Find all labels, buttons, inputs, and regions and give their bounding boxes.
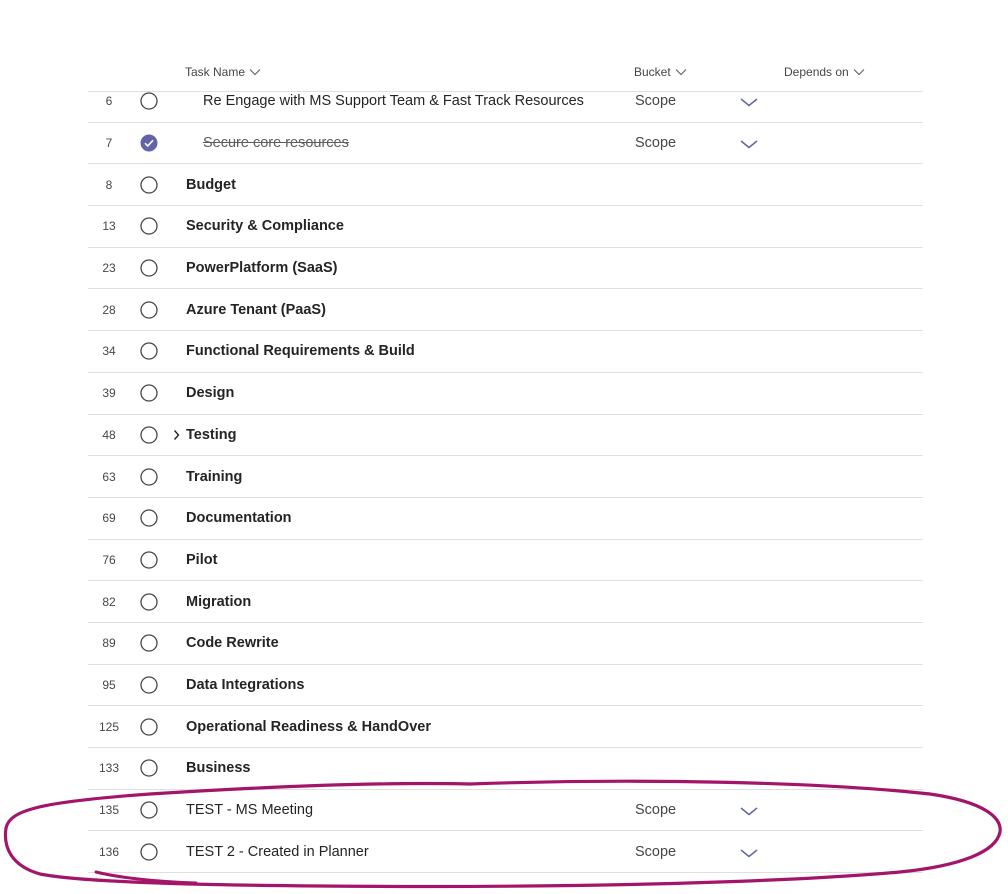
table-row[interactable]: 34 Functional Requirements & Build <box>88 331 923 373</box>
chevron-right-icon[interactable] <box>172 427 182 443</box>
row-number: 125 <box>98 719 120 734</box>
task-complete-checkbox[interactable] <box>140 426 158 444</box>
task-list: 6 Re Engage with MS Support Team & Fast … <box>88 81 923 874</box>
table-row[interactable]: 39 Design <box>88 373 923 415</box>
table-row[interactable]: 23 PowerPlatform (SaaS) <box>88 248 923 290</box>
table-row[interactable]: 133 Business <box>88 748 923 790</box>
table-row[interactable]: 125 Operational Readiness & HandOver <box>88 706 923 748</box>
task-name[interactable]: TEST 2 - Created in Planner <box>186 831 369 872</box>
row-number: 13 <box>102 219 116 234</box>
table-row[interactable]: 8 Budget <box>88 164 923 207</box>
chevron-down-icon <box>249 68 261 76</box>
table-row[interactable]: 48 Testing <box>88 415 923 457</box>
summary-task-name[interactable]: Azure Tenant (PaaS) <box>186 289 326 330</box>
row-number: 135 <box>98 803 120 818</box>
task-complete-checkbox[interactable] <box>140 801 158 819</box>
task-complete-checkbox[interactable] <box>140 384 158 402</box>
task-complete-checkbox[interactable] <box>140 342 158 361</box>
row-number: 136 <box>98 844 120 859</box>
chevron-down-icon <box>675 68 687 76</box>
table-row[interactable]: 63 Training <box>88 456 923 498</box>
row-number: 82 <box>102 594 116 609</box>
summary-task-name[interactable]: Functional Requirements & Build <box>186 331 415 372</box>
summary-task-name[interactable]: PowerPlatform (SaaS) <box>186 248 338 289</box>
summary-task-name[interactable]: Code Rewrite <box>186 623 279 664</box>
bucket-value: Scope <box>635 802 677 819</box>
bucket-value: Scope <box>635 93 677 110</box>
chevron-down-icon[interactable] <box>739 846 759 858</box>
row-number: 95 <box>102 677 116 692</box>
task-complete-checkbox[interactable] <box>140 843 158 861</box>
summary-task-name[interactable]: Operational Readiness & HandOver <box>186 706 431 747</box>
task-complete-checkbox[interactable] <box>140 134 158 152</box>
chevron-down-icon <box>853 68 865 76</box>
table-row[interactable]: 28 Azure Tenant (PaaS) <box>88 289 923 332</box>
task-complete-checkbox[interactable] <box>140 551 158 569</box>
column-header-depends-on[interactable]: Depends on <box>784 65 865 79</box>
task-name[interactable]: Re Engage with MS Support Team & Fast Tr… <box>203 81 584 122</box>
row-number: 39 <box>102 386 116 401</box>
row-number: 7 <box>105 136 113 151</box>
task-grid-page: Task Name Bucket Depends on 6 Re Engage … <box>0 0 1008 894</box>
row-number: 34 <box>102 344 116 359</box>
bucket-value: Scope <box>635 135 677 152</box>
column-header-label: Task Name <box>185 65 246 79</box>
row-number: 8 <box>105 177 113 192</box>
chevron-down-icon[interactable] <box>739 804 759 816</box>
row-number: 133 <box>98 761 120 776</box>
summary-task-name[interactable]: Testing <box>186 415 236 456</box>
task-complete-checkbox[interactable] <box>140 759 158 777</box>
row-number: 48 <box>102 427 116 442</box>
task-name[interactable]: TEST - MS Meeting <box>186 790 313 831</box>
task-complete-checkbox[interactable] <box>140 217 158 236</box>
summary-task-name[interactable]: Training <box>186 456 242 497</box>
task-complete-checkbox[interactable] <box>140 467 158 486</box>
row-number: 89 <box>102 636 116 651</box>
summary-task-name[interactable]: Security & Compliance <box>186 206 344 247</box>
column-header-bucket[interactable]: Bucket <box>634 65 687 79</box>
row-number: 69 <box>102 511 116 526</box>
table-row[interactable]: 95 Data Integrations <box>88 665 923 707</box>
task-complete-checkbox[interactable] <box>140 676 158 694</box>
task-complete-checkbox[interactable] <box>140 509 158 527</box>
bucket-value: Scope <box>635 843 677 860</box>
table-row[interactable]: 13 Security & Compliance <box>88 206 923 248</box>
summary-task-name[interactable]: Design <box>186 373 234 414</box>
summary-task-name[interactable]: Pilot <box>186 540 217 581</box>
task-name[interactable]: Secure core resources <box>203 123 349 164</box>
summary-task-name[interactable]: Budget <box>186 164 236 205</box>
row-number: 6 <box>105 94 113 109</box>
table-row[interactable]: 69 Documentation <box>88 498 923 540</box>
column-header-task-name[interactable]: Task Name <box>185 65 261 79</box>
chevron-down-icon[interactable] <box>739 95 759 107</box>
task-complete-checkbox[interactable] <box>140 634 158 652</box>
summary-task-name[interactable]: Migration <box>186 581 251 622</box>
table-row[interactable]: 76 Pilot <box>88 540 923 582</box>
table-row[interactable]: 7 Secure core resources Scope <box>88 123 923 165</box>
task-complete-checkbox[interactable] <box>140 718 158 736</box>
task-complete-checkbox[interactable] <box>140 176 158 194</box>
row-number: 23 <box>102 261 116 276</box>
table-row[interactable]: 6 Re Engage with MS Support Team & Fast … <box>88 81 923 123</box>
summary-task-name[interactable]: Data Integrations <box>186 665 304 706</box>
row-number: 28 <box>102 302 116 317</box>
task-complete-checkbox[interactable] <box>140 592 158 611</box>
table-row[interactable]: 135 TEST - MS Meeting Scope <box>88 790 923 832</box>
row-number: 76 <box>102 552 116 567</box>
table-row[interactable]: 136 TEST 2 - Created in Planner Scope <box>88 831 923 874</box>
task-complete-checkbox[interactable] <box>140 259 158 277</box>
column-header-label: Depends on <box>784 65 849 79</box>
table-row[interactable]: 82 Migration <box>88 581 923 623</box>
task-complete-checkbox[interactable] <box>140 92 158 110</box>
chevron-down-icon[interactable] <box>739 137 759 149</box>
row-number: 63 <box>102 469 116 484</box>
task-complete-checkbox[interactable] <box>140 301 158 319</box>
table-row[interactable]: 89 Code Rewrite <box>88 623 923 665</box>
column-header-label: Bucket <box>634 65 671 79</box>
summary-task-name[interactable]: Business <box>186 748 250 789</box>
summary-task-name[interactable]: Documentation <box>186 498 292 539</box>
